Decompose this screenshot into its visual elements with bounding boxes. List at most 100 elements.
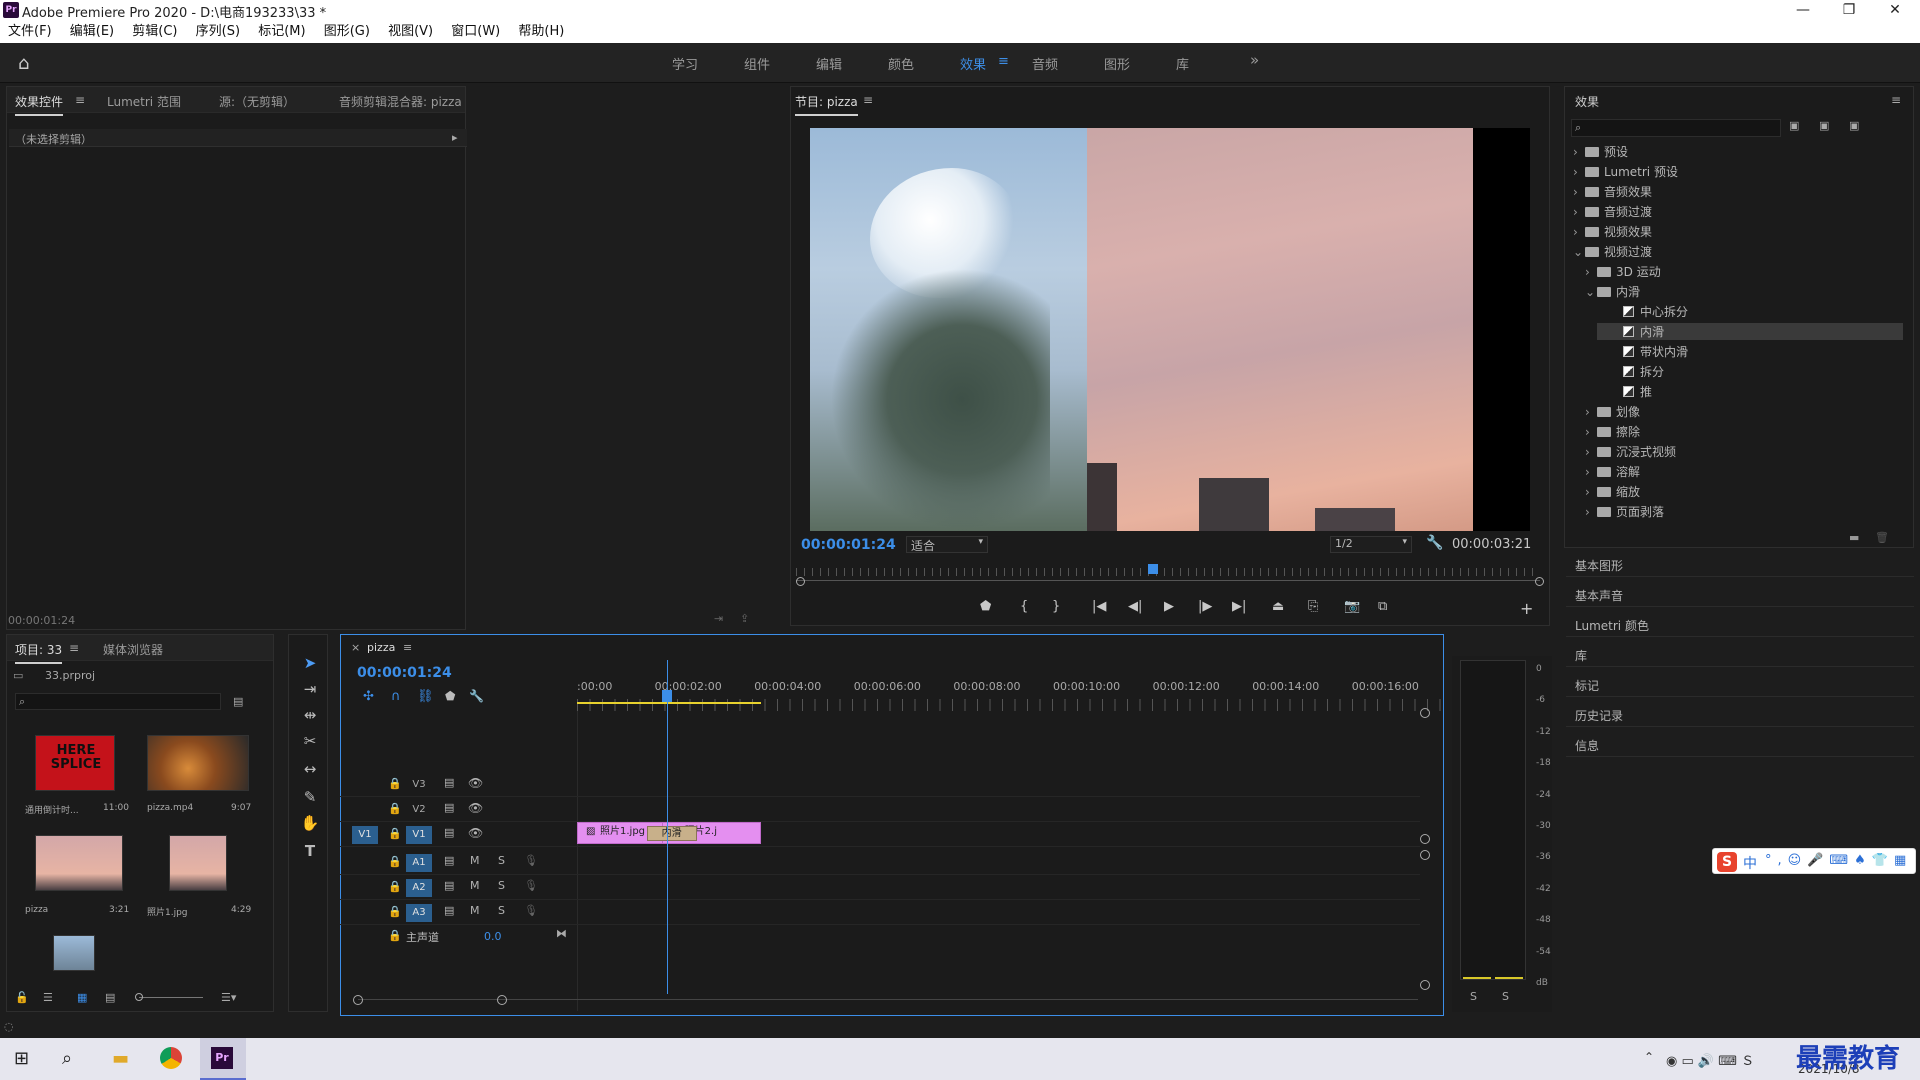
solo-button[interactable]: S — [498, 879, 505, 892]
search-icon[interactable]: ⌕ — [62, 1048, 72, 1069]
chevron-right-icon[interactable]: › — [1573, 205, 1585, 219]
lock-icon[interactable]: 🔒 — [388, 880, 402, 893]
menu-edit[interactable]: 编辑(E) — [70, 21, 114, 43]
tab-source[interactable]: 源:（无剪辑） — [219, 93, 295, 110]
pen-tool-icon[interactable]: ✎ — [298, 786, 322, 808]
play-right-icon[interactable]: ▸ — [452, 131, 458, 144]
transition-marker[interactable]: 内滑 — [646, 826, 697, 841]
play-icon[interactable]: ▶ — [1164, 599, 1174, 614]
program-playhead[interactable] — [1148, 564, 1159, 574]
nest-toggle-icon[interactable]: ✣ — [363, 689, 374, 704]
menu-marker[interactable]: 标记(M) — [258, 21, 305, 43]
panel-section-3[interactable]: 库 — [1575, 647, 1587, 664]
zoom-handle-left[interactable] — [796, 577, 805, 586]
solo-button[interactable]: S — [498, 904, 505, 917]
maximize-button[interactable]: ❐ — [1826, 0, 1872, 21]
add-marker-icon[interactable]: ⬟ — [980, 599, 991, 614]
effects-tree-item[interactable]: › 沉浸式视频 — [1585, 443, 1676, 460]
eye-icon[interactable]: 👁 — [468, 826, 483, 840]
extract-icon[interactable]: ⎘ — [1308, 599, 1318, 614]
comparison-view-icon[interactable]: ⧉ — [1378, 599, 1387, 614]
chevron-right-icon[interactable]: › — [1585, 485, 1597, 499]
menu-graphics[interactable]: 图形(G) — [324, 21, 370, 43]
show-hidden-icons-icon[interactable]: ⌃ — [1644, 1050, 1654, 1064]
menu-file[interactable]: 文件(F) — [8, 21, 52, 43]
effects-tree-item[interactable]: › 划像 — [1585, 403, 1640, 420]
effects-tree-item[interactable]: ⌄ 内滑 — [1585, 283, 1640, 300]
scroll-handle-left[interactable] — [353, 995, 363, 1005]
countdown-thumbnail[interactable]: HERE SPLICE — [35, 735, 115, 791]
voice-over-mic-icon[interactable]: 🎙 — [524, 904, 538, 917]
lock-icon[interactable]: 🔒 — [388, 827, 402, 840]
32bit-effects-icon[interactable]: ▣ — [1819, 119, 1829, 132]
effects-tree-item[interactable]: › 音频效果 — [1573, 183, 1652, 200]
premiere-taskbar-button[interactable]: Pr — [200, 1038, 246, 1080]
chevron-right-icon[interactable]: › — [1573, 165, 1585, 179]
panel-section-4[interactable]: 标记 — [1575, 677, 1599, 694]
workspace-tab-effects[interactable]: 效果 — [960, 54, 986, 73]
go-to-in-icon[interactable]: |◀ — [1092, 599, 1106, 614]
lock-icon[interactable]: 🔒 — [388, 802, 402, 815]
new-bin-icon[interactable]: ▬ — [1849, 531, 1859, 544]
chevron-right-icon[interactable]: › — [1573, 225, 1585, 239]
sync-lock-icon[interactable]: ▤ — [444, 801, 454, 814]
selection-tool-icon[interactable]: ➤ — [298, 652, 322, 674]
effects-menu-icon[interactable]: ≡ — [1891, 93, 1901, 107]
work-area-bar[interactable] — [577, 702, 761, 704]
step-forward-icon[interactable]: |▶ — [1198, 599, 1212, 614]
sync-lock-icon[interactable]: ▤ — [444, 854, 454, 867]
timeline-ruler[interactable] — [577, 699, 1477, 711]
new-bin-folder-icon[interactable]: ▤ — [233, 695, 243, 708]
effects-tree-item[interactable]: › 擦除 — [1585, 423, 1640, 440]
photo1-thumbnail[interactable] — [169, 835, 227, 891]
tab-audio-clip-mixer[interactable]: 音频剪辑混合器: pizza — [339, 93, 462, 110]
chevron-down-icon[interactable]: ⌄ — [1585, 285, 1597, 299]
source-patch-v1[interactable]: V1 — [352, 826, 378, 844]
effects-tree-item[interactable]: › 音频过渡 — [1573, 203, 1652, 220]
scroll-handle-right[interactable] — [497, 995, 507, 1005]
mute-button[interactable]: M — [470, 854, 480, 867]
effects-tree-item[interactable]: › 页面剥落 — [1585, 503, 1664, 520]
pizza-mp4-thumbnail[interactable] — [147, 735, 249, 791]
razor-tool-icon[interactable]: ✂ — [298, 730, 322, 752]
program-monitor-title[interactable]: 节目: pizza — [795, 93, 858, 116]
workspace-menu-icon[interactable]: ≡ — [998, 54, 1009, 69]
chevron-right-icon[interactable]: › — [1573, 145, 1585, 159]
menu-clip[interactable]: 剪辑(C) — [132, 21, 177, 43]
resolution-dropdown[interactable]: 1/2 ▾ — [1330, 536, 1412, 553]
tab-project[interactable]: 项目: 33 — [15, 641, 63, 664]
panel-section-1[interactable]: 基本声音 — [1575, 587, 1623, 604]
lock-icon[interactable]: 🔒 — [388, 905, 402, 918]
fit-dropdown[interactable]: 适合 ▾ — [906, 536, 988, 553]
vertical-zoom-handle[interactable] — [1420, 708, 1430, 718]
master-track-value[interactable]: 0.0 — [484, 930, 502, 943]
chevron-right-icon[interactable]: › — [1585, 265, 1597, 279]
timeline-marker-icon[interactable]: ⬟ — [445, 689, 455, 703]
sequence-menu-icon[interactable]: ≡ — [403, 641, 412, 654]
menu-help[interactable]: 帮助(H) — [518, 21, 564, 43]
panel-menu-icon[interactable]: ≡ — [75, 93, 85, 107]
effects-tree-item[interactable]: 内滑 — [1597, 323, 1903, 340]
voice-over-mic-icon[interactable]: 🎙 — [524, 854, 538, 867]
tab-lumetri-scopes[interactable]: Lumetri 范围 — [107, 93, 181, 110]
sync-lock-icon[interactable]: ▤ — [444, 826, 454, 839]
tray-icons[interactable]: ◉ ▭ 🔊 ⌨ Ｓ — [1666, 1050, 1754, 1069]
tab-media-browser[interactable]: 媒体浏览器 — [103, 641, 163, 658]
chevron-right-icon[interactable]: › — [1585, 425, 1597, 439]
sequence-tab[interactable]: pizza — [367, 641, 395, 654]
ripple-edit-tool-icon[interactable]: ⇹ — [298, 704, 322, 726]
effects-tree-item[interactable]: 中心拆分 — [1597, 303, 1688, 320]
vertical-zoom-handle[interactable] — [1420, 834, 1430, 844]
delete-icon[interactable]: 🗑 — [1875, 531, 1889, 544]
track-target-v1[interactable]: V1 — [406, 826, 432, 844]
panel-section-2[interactable]: Lumetri 颜色 — [1575, 617, 1649, 634]
program-video-frame[interactable] — [810, 128, 1530, 531]
ime-tool-icons[interactable]: °,☺🎤⌨♠👕▦ — [1765, 853, 1912, 868]
workspace-tab-color[interactable]: 颜色 — [888, 54, 914, 73]
effects-tree-item[interactable]: 带状内滑 — [1597, 343, 1688, 360]
eye-icon[interactable]: 👁 — [468, 801, 483, 815]
panel-section-0[interactable]: 基本图形 — [1575, 557, 1623, 574]
export-frame-camera-icon[interactable]: 📷 — [1344, 599, 1360, 614]
project-search-input[interactable]: ⌕ — [15, 693, 221, 710]
effects-tree-item[interactable]: › Lumetri 预设 — [1573, 163, 1678, 180]
